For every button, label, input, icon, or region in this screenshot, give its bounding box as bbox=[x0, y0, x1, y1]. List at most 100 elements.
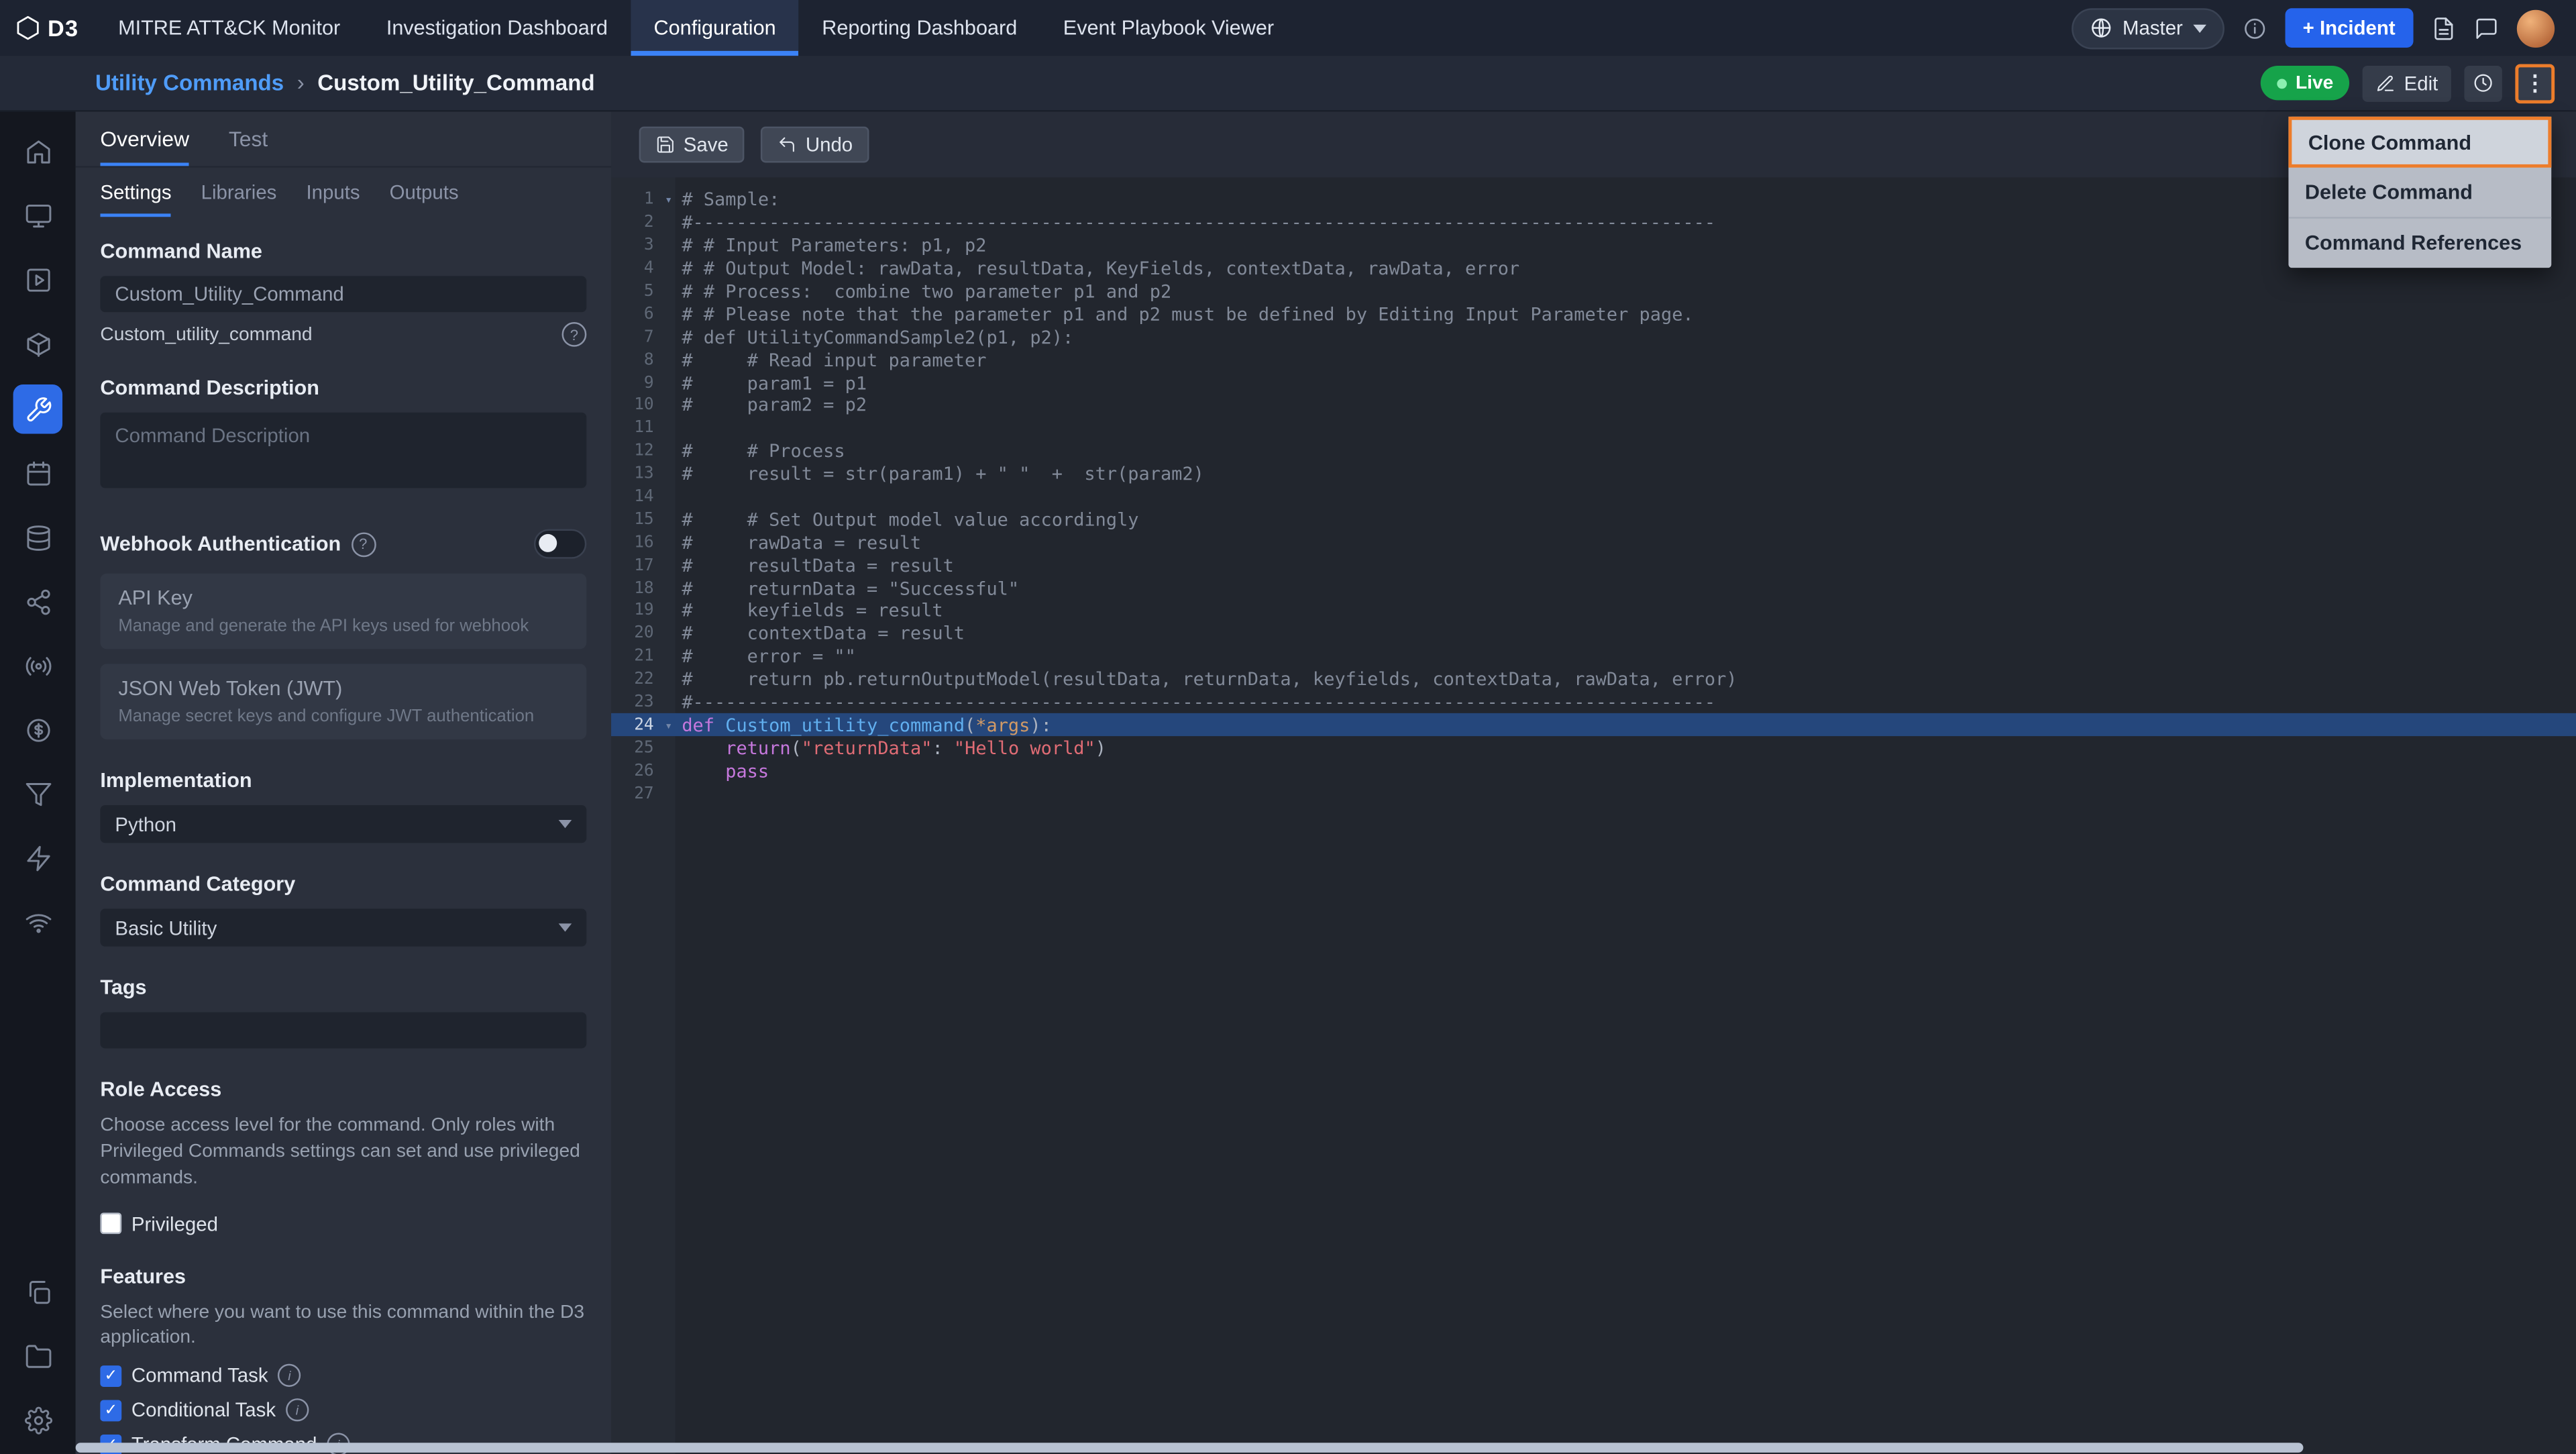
line-number[interactable]: 5 bbox=[611, 282, 662, 301]
line-number[interactable]: 4 bbox=[611, 260, 662, 278]
nav-item-mitre-att-ck-monitor[interactable]: MITRE ATT&CK Monitor bbox=[95, 0, 364, 56]
code-line-25[interactable]: 25 return("returnData": "Hello world") bbox=[611, 737, 2576, 760]
code-line-14[interactable]: 14 bbox=[611, 486, 2576, 509]
code-line-3[interactable]: 3 # # Input Parameters: p1, p2 bbox=[611, 235, 2576, 258]
line-number[interactable]: 16 bbox=[611, 533, 662, 552]
document-icon[interactable] bbox=[2431, 15, 2456, 40]
d3-logo[interactable]: D3 bbox=[0, 0, 95, 56]
line-number[interactable]: 2 bbox=[611, 214, 662, 232]
context-menu-item-delete-command[interactable]: Delete Command bbox=[2288, 168, 2552, 219]
checkbox-checked[interactable] bbox=[100, 1365, 122, 1387]
code-line-10[interactable]: 10 # param2 = p2 bbox=[611, 395, 2576, 417]
api-key-section[interactable]: API Key Manage and generate the API keys… bbox=[100, 573, 587, 650]
webhook-toggle[interactable] bbox=[533, 529, 587, 559]
line-number[interactable]: 22 bbox=[611, 671, 662, 689]
help-icon[interactable] bbox=[561, 322, 587, 347]
feature-row-command-task[interactable]: Command Task bbox=[100, 1364, 586, 1388]
filter-icon[interactable] bbox=[24, 780, 52, 809]
settings-gear-icon[interactable] bbox=[23, 1406, 52, 1435]
command-description-input[interactable] bbox=[100, 412, 587, 488]
privileged-checkbox-row[interactable]: Privileged bbox=[100, 1212, 586, 1235]
code-line-26[interactable]: 26 pass bbox=[611, 760, 2576, 782]
nav-item-investigation-dashboard[interactable]: Investigation Dashboard bbox=[364, 0, 631, 56]
subtab-settings[interactable]: Settings bbox=[100, 168, 171, 217]
line-number[interactable]: 6 bbox=[611, 305, 662, 323]
code-line-20[interactable]: 20 # contextData = result bbox=[611, 623, 2576, 645]
line-number[interactable]: 21 bbox=[611, 648, 662, 666]
info-icon[interactable] bbox=[2242, 15, 2267, 40]
line-number[interactable]: 9 bbox=[611, 374, 662, 392]
code-line-4[interactable]: 4 # # Output Model: rawData, resultData, … bbox=[611, 258, 2576, 280]
code-line-13[interactable]: 13 # result = str(param1) + " " + str(par… bbox=[611, 463, 2576, 486]
command-name-input[interactable] bbox=[100, 276, 587, 313]
user-avatar[interactable] bbox=[2516, 9, 2555, 47]
code-line-24[interactable]: 24 ▾ def Custom_utility_command(*args): bbox=[611, 714, 2576, 737]
currency-icon[interactable] bbox=[24, 717, 52, 745]
code-line-15[interactable]: 15 # # Set Output model value accordingly bbox=[611, 509, 2576, 531]
line-number[interactable]: 18 bbox=[611, 579, 662, 597]
command-category-select[interactable]: Basic Utility bbox=[100, 908, 587, 947]
code-line-18[interactable]: 18 # returnData = "Successful" bbox=[611, 577, 2576, 600]
code-line-16[interactable]: 16 # rawData = result bbox=[611, 531, 2576, 554]
home-icon[interactable] bbox=[24, 138, 52, 166]
nav-item-event-playbook-viewer[interactable]: Event Playbook Viewer bbox=[1040, 0, 1297, 56]
breadcrumb-section-link[interactable]: Utility Commands bbox=[95, 70, 284, 95]
line-number[interactable]: 3 bbox=[611, 237, 662, 255]
integrations-icon[interactable] bbox=[24, 330, 52, 358]
code-line-11[interactable]: 11 bbox=[611, 417, 2576, 440]
line-number[interactable]: 25 bbox=[611, 739, 662, 758]
context-menu-item-command-references[interactable]: Command References bbox=[2288, 219, 2551, 268]
code-line-5[interactable]: 5 # # Process: combine two parameter p1 a… bbox=[611, 280, 2576, 303]
horizontal-scrollbar-track[interactable] bbox=[0, 1441, 2576, 1454]
code-line-1[interactable]: 1 ▾ # Sample: bbox=[611, 189, 2576, 212]
line-number[interactable]: 23 bbox=[611, 694, 662, 712]
subtab-inputs[interactable]: Inputs bbox=[306, 168, 360, 217]
feature-row-conditional-task[interactable]: Conditional Task bbox=[100, 1398, 586, 1422]
tab-overview[interactable]: Overview bbox=[100, 112, 189, 166]
save-button[interactable]: Save bbox=[639, 126, 745, 163]
jwt-section[interactable]: JSON Web Token (JWT) Manage secret keys … bbox=[100, 664, 587, 740]
schedule-icon[interactable] bbox=[24, 460, 52, 488]
implementation-select[interactable]: Python bbox=[100, 805, 587, 843]
signal-icon[interactable] bbox=[24, 652, 52, 680]
code-line-9[interactable]: 9 # param1 = p1 bbox=[611, 372, 2576, 395]
nav-item-reporting-dashboard[interactable]: Reporting Dashboard bbox=[799, 0, 1040, 56]
windows-icon[interactable] bbox=[24, 1278, 52, 1306]
fold-caret-icon[interactable]: ▾ bbox=[662, 193, 676, 208]
line-number[interactable]: 14 bbox=[611, 488, 662, 506]
line-number[interactable]: 11 bbox=[611, 419, 662, 437]
line-number[interactable]: 12 bbox=[611, 442, 662, 460]
environment-selector[interactable]: Master bbox=[2072, 7, 2224, 49]
tab-test[interactable]: Test bbox=[229, 112, 268, 166]
code-line-6[interactable]: 6 # # Please note that the parameter p1 a… bbox=[611, 303, 2576, 326]
nav-item-configuration[interactable]: Configuration bbox=[631, 0, 799, 56]
edit-button[interactable]: Edit bbox=[2363, 64, 2451, 101]
more-actions-button[interactable]: ⋮ bbox=[2515, 63, 2555, 103]
chat-icon[interactable] bbox=[2474, 15, 2499, 40]
code-line-22[interactable]: 22 # return pb.returnOutputModel(resultDa… bbox=[611, 668, 2576, 691]
undo-button[interactable]: Undo bbox=[761, 126, 869, 163]
subtab-outputs[interactable]: Outputs bbox=[390, 168, 459, 217]
line-number[interactable]: 10 bbox=[611, 397, 662, 415]
tags-input[interactable] bbox=[100, 1012, 587, 1049]
database-icon[interactable] bbox=[24, 524, 52, 552]
code-line-21[interactable]: 21 # error = "" bbox=[611, 645, 2576, 668]
playbook-icon[interactable] bbox=[24, 266, 52, 295]
history-button[interactable] bbox=[2464, 64, 2502, 101]
privileged-checkbox-unchecked[interactable] bbox=[100, 1212, 122, 1235]
context-menu-item-clone-command[interactable]: Clone Command bbox=[2288, 116, 2552, 168]
code-line-19[interactable]: 19 # keyfields = result bbox=[611, 600, 2576, 623]
code-line-23[interactable]: 23 #-------------------------------------… bbox=[611, 691, 2576, 714]
network-icon[interactable] bbox=[24, 908, 52, 937]
subtab-libraries[interactable]: Libraries bbox=[201, 168, 277, 217]
horizontal-scrollbar-thumb[interactable] bbox=[75, 1443, 2304, 1453]
line-number[interactable]: 24 bbox=[611, 717, 662, 735]
code-area[interactable]: 1 ▾ # Sample: 2 #---------------------------… bbox=[611, 177, 2576, 1454]
new-incident-button[interactable]: + Incident bbox=[2284, 8, 2414, 48]
line-number[interactable]: 1 bbox=[611, 191, 662, 209]
checkbox-checked[interactable] bbox=[100, 1400, 122, 1421]
line-number[interactable]: 27 bbox=[611, 785, 662, 803]
code-line-7[interactable]: 7 # def UtilityCommandSample2(p1, p2): bbox=[611, 326, 2576, 349]
folder-icon[interactable] bbox=[24, 1343, 52, 1371]
code-line-27[interactable]: 27 bbox=[611, 782, 2576, 805]
